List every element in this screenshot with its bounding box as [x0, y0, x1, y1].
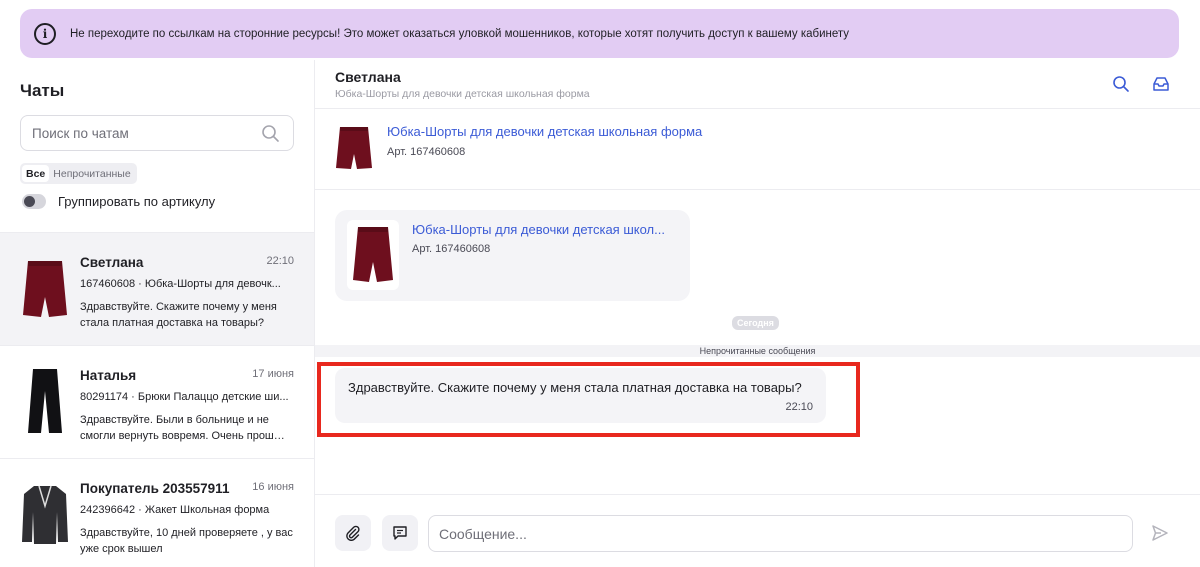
skirt-icon — [336, 127, 372, 169]
chat-preview: Здравствуйте, 10 дней проверяете , у вас… — [80, 527, 293, 555]
chat-time: 22:10 — [266, 255, 294, 267]
product-link[interactable]: Юбка-Шорты для девочки детская школьная … — [387, 124, 702, 139]
security-warning-banner: i Не переходите по ссылкам на сторонние … — [20, 9, 1179, 58]
chat-contact-name: Светлана — [80, 255, 144, 270]
skirt-icon — [353, 227, 393, 282]
search-icon[interactable] — [1112, 75, 1130, 93]
product-thumbnail — [19, 366, 71, 438]
skirt-icon — [23, 261, 67, 317]
message-bubble: Здравствуйте. Скажите почему у меня стал… — [335, 368, 826, 423]
message-template-icon — [393, 526, 407, 540]
chat-article: 242396642 · Жакет Школьная форма — [80, 504, 270, 516]
chat-contact-name: Наталья — [80, 368, 137, 383]
chat-contact-name: Покупатель 203557911 — [80, 481, 230, 496]
message-text: Здравствуйте. Скажите почему у меня стал… — [348, 380, 802, 395]
send-icon[interactable] — [1150, 523, 1170, 543]
chat-list-item[interactable]: Наталья 17 июня 80291174 · Брюки Палаццо… — [0, 345, 314, 458]
message-time: 22:10 — [785, 401, 813, 413]
chat-time: 16 июня — [252, 481, 294, 493]
templates-button[interactable] — [382, 515, 418, 551]
trousers-icon — [28, 369, 62, 433]
chat-article: 167460608 · Юбка-Шорты для девочк... — [80, 278, 281, 290]
chat-filter-tabs: Все Непрочитанные — [20, 163, 137, 184]
search-input[interactable] — [32, 125, 252, 141]
product-thumbnail — [347, 220, 399, 290]
unread-messages-divider: Непрочитанные сообщения — [315, 345, 1200, 357]
chat-product-info: Юбка-Шорты для девочки детская школьная … — [315, 109, 1200, 190]
banner-text: Не переходите по ссылкам на сторонние ре… — [70, 27, 850, 40]
chat-preview: Здравствуйте. Были в больнице и не смогл… — [80, 414, 285, 442]
info-icon: i — [34, 22, 56, 45]
chat-list-item[interactable]: Покупатель 203557911 16 июня 242396642 ·… — [0, 458, 314, 567]
product-card-message: Юбка-Шорты для девочки детская школ... А… — [335, 210, 690, 301]
group-toggle-switch[interactable] — [22, 194, 46, 209]
chat-sidebar: Чаты Все Непрочитанные Группировать по а… — [0, 60, 315, 567]
message-input[interactable] — [428, 515, 1133, 552]
paperclip-icon — [346, 525, 360, 541]
group-by-article: Группировать по артикулу — [22, 194, 215, 209]
date-separator: Сегодня — [732, 316, 779, 330]
attach-button[interactable] — [335, 515, 371, 551]
product-article: Арт. 167460608 — [387, 146, 466, 158]
chat-subtitle: Юбка-Шорты для девочки детская школьная … — [335, 88, 590, 100]
product-card-link[interactable]: Юбка-Шорты для девочки детская школ... — [412, 222, 680, 237]
chat-window: Светлана Юбка-Шорты для девочки детская … — [315, 60, 1200, 567]
inbox-icon[interactable] — [1152, 75, 1170, 93]
message-composer — [315, 494, 1200, 567]
chat-header: Светлана Юбка-Шорты для девочки детская … — [315, 60, 1200, 109]
chat-preview: Здравствуйте. Скажите почему у меня стал… — [80, 301, 277, 329]
chat-title: Светлана — [335, 69, 401, 85]
jacket-icon — [22, 485, 68, 544]
chat-article: 80291174 · Брюки Палаццо детские ши... — [80, 391, 289, 403]
group-toggle-label: Группировать по артикулу — [58, 194, 216, 209]
product-card-article: Арт. 167460608 — [412, 243, 491, 255]
chat-search — [20, 115, 294, 151]
tab-unread[interactable]: Непрочитанные — [49, 165, 134, 182]
chat-time: 17 июня — [252, 368, 294, 380]
product-thumbnail — [19, 479, 71, 551]
product-thumbnail — [19, 253, 71, 325]
sidebar-title: Чаты — [20, 81, 65, 100]
search-icon[interactable] — [261, 124, 281, 144]
tab-all[interactable]: Все — [22, 165, 50, 182]
chat-list-item[interactable]: Светлана 22:10 167460608 · Юбка-Шорты дл… — [0, 232, 314, 345]
